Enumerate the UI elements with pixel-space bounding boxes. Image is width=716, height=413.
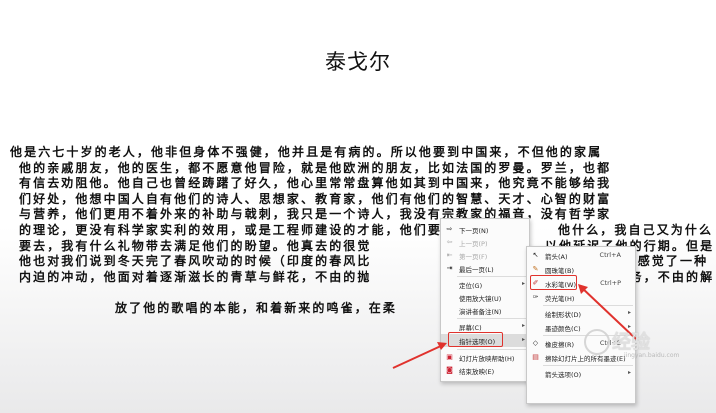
- eraser-icon: ◇: [532, 339, 539, 347]
- next-icon: ⇨: [446, 225, 453, 233]
- pointer-options-highlight-box: [448, 332, 503, 347]
- submenu-arrow-icon: ▸: [627, 309, 631, 316]
- prev-icon: ⇦: [446, 238, 453, 246]
- body-line-6-tail: 他什么，我自己又为什么: [558, 223, 714, 237]
- pointer-options-submenu: ↖ 箭头(A) Ctrl+A ✎ 圆珠笔(B) ✐ 水彩笔(W) Ctrl+P …: [526, 246, 636, 404]
- menu-item-next[interactable]: ⇨ 下一页(N): [441, 223, 529, 236]
- body-line-4: 们好处，他想中国人自有他们的诗人、思想家、教育家，他们有他们的智慧、天才、心智的…: [19, 191, 612, 206]
- menu-separator: [457, 276, 527, 277]
- menu-item-magnifier[interactable]: 使用放大镜(U): [441, 291, 529, 304]
- menu-separator: [457, 349, 527, 350]
- menu-item-help[interactable]: ▣ 幻灯片放映帮助(H): [441, 351, 529, 364]
- slide-title: 泰戈尔: [325, 50, 391, 74]
- body-line-10: 放了他的歌唱的本能，和着新来的鸣雀，在柔: [115, 301, 398, 315]
- submenu-arrow-icon: ▸: [521, 280, 525, 287]
- menu-separator: [543, 305, 633, 306]
- menu-separator: [457, 318, 527, 319]
- first-icon: ⇤: [446, 251, 453, 259]
- slideshow-context-menu: ⇨ 下一页(N) ⇦ 上一页(P) ⇤ 第一页(F) ⇥ 最后一页(L) 定位(…: [440, 218, 530, 382]
- menu-item-goto[interactable]: 定位(G) ▸: [441, 278, 529, 291]
- submenu-item-draw-shapes[interactable]: 绘制形状(D) ▸: [527, 307, 635, 320]
- body-line-3: 有信去劝阻他。他自己也曾经踌躇了好久，他心里常常盘算他如其到中国来，他究竟不能够…: [19, 176, 612, 191]
- body-line-2: 他的亲戚朋友，他的医生，都不愿意他冒险，就是他欧洲的朋友，比如法国的罗曼。罗兰，…: [19, 160, 612, 175]
- watercolor-pen-highlight-box: [530, 275, 577, 290]
- submenu-arrow-icon: ▸: [627, 369, 631, 376]
- help-icon: ▣: [446, 353, 453, 361]
- body-line-1: 他是六七十岁的老人，他非但身体不强健，他并且是有病的。所以他要到中国来，不但他的…: [10, 145, 603, 159]
- erase-all-icon: ▤: [532, 353, 539, 361]
- body-line-8: 他也对我们说到冬天完了春风吹动的时候（印度的春风比: [19, 254, 372, 269]
- menu-item-prev[interactable]: ⇦ 上一页(P): [441, 236, 529, 249]
- paw-logo-icon: [584, 329, 610, 355]
- submenu-item-arrow-options[interactable]: 箭头选项(O) ▸: [527, 367, 635, 380]
- menu-item-end-show[interactable]: ◙ 结束放映(E): [441, 364, 529, 377]
- menu-item-last[interactable]: ⇥ 最后一页(L): [441, 262, 529, 275]
- highlighter-icon: ✑: [532, 293, 539, 301]
- submenu-item-arrow[interactable]: ↖ 箭头(A) Ctrl+A: [527, 249, 635, 262]
- last-icon: ⇥: [446, 264, 453, 272]
- body-line-9: 内迫的冲动，他面对着逐渐滋长的青草与鲜花，不由的抛: [19, 269, 372, 284]
- body-line-7: 要去，我有什么礼物带去满足他们的盼望。他真去的很觉: [19, 238, 372, 253]
- submenu-item-highlighter[interactable]: ✑ 荧光笔(H): [527, 291, 635, 304]
- watermark-logo: 经验 jingyan.baidu.com: [584, 327, 704, 359]
- menu-separator: [543, 365, 633, 366]
- arrow-pointer-icon: ↖: [532, 251, 539, 259]
- watermark-text: 经验: [612, 331, 651, 353]
- ballpoint-pen-icon: ✎: [532, 265, 539, 273]
- watermark-subtext: jingyan.baidu.com: [624, 352, 680, 359]
- submenu-arrow-icon: ▸: [521, 336, 525, 343]
- menu-item-first[interactable]: ⇤ 第一页(F): [441, 249, 529, 262]
- submenu-arrow-icon: ▸: [521, 322, 525, 329]
- end-show-icon: ◙: [446, 366, 453, 374]
- menu-item-speaker-notes[interactable]: 演讲者备注(N): [441, 304, 529, 317]
- body-line-6: 的理论，更没有科学家实利的效用，或是工程师建设的才能，他们要: [19, 223, 443, 237]
